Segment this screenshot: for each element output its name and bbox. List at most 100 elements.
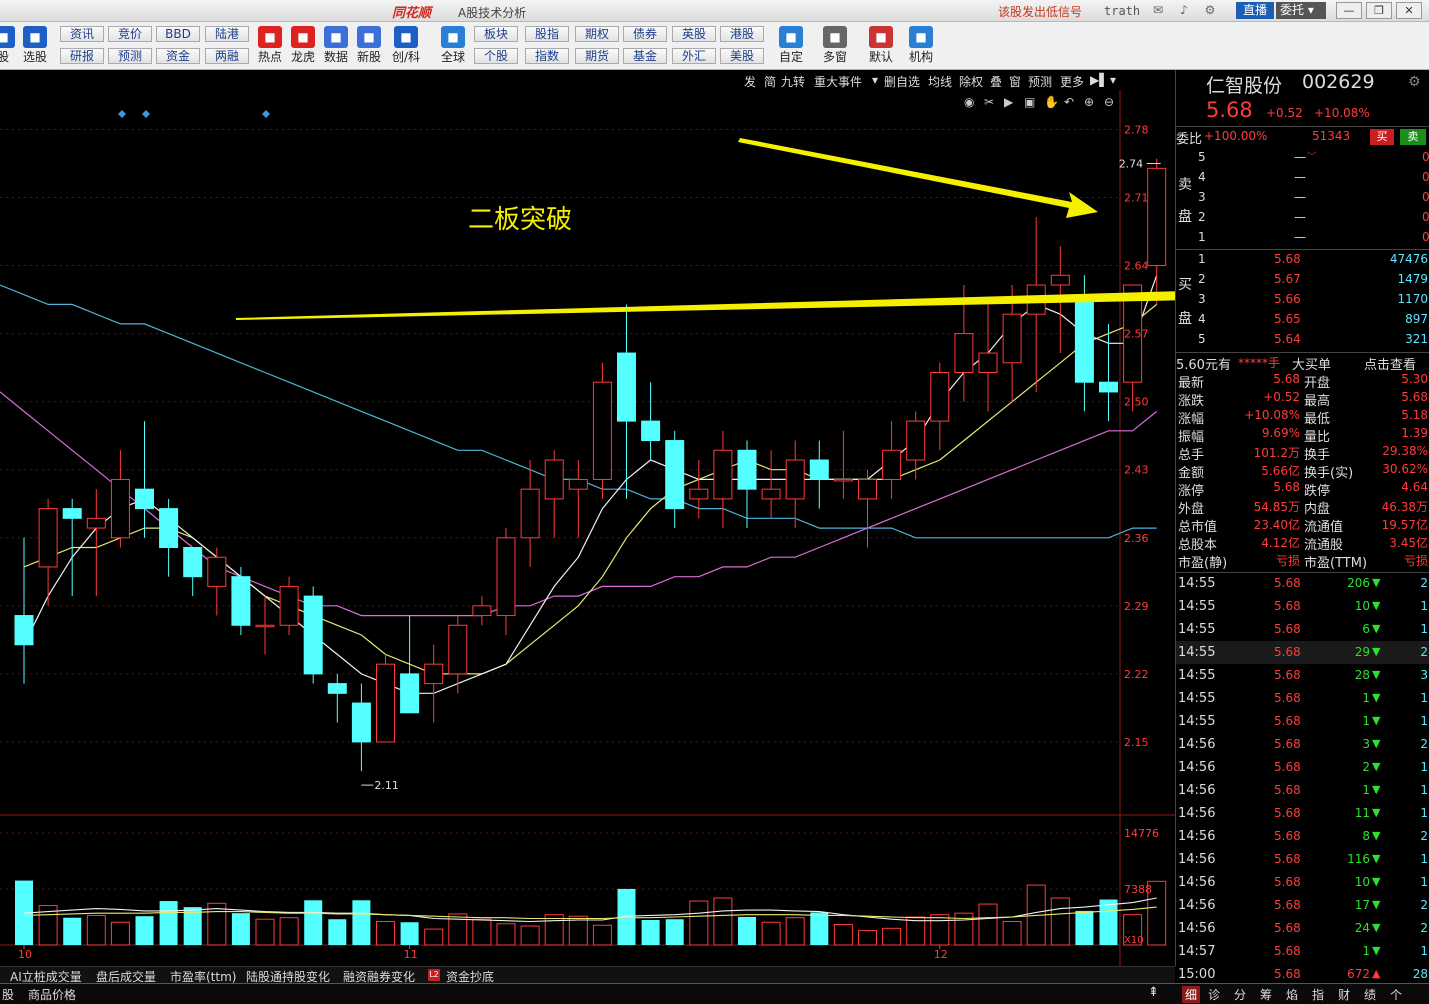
candle[interactable] <box>351 683 371 772</box>
mail-icon[interactable]: ✉ <box>1150 3 1166 19</box>
chart-tool-7[interactable]: 除权 <box>959 73 983 90</box>
candle[interactable] <box>858 469 877 548</box>
panel-tab-3[interactable]: 筹 <box>1260 986 1272 1003</box>
zoom-out-icon[interactable]: ⊖ <box>1104 95 1114 109</box>
trade-order-button[interactable]: 委托 ▾ <box>1276 2 1326 19</box>
chart-tool-10[interactable]: 预测 <box>1028 73 1052 90</box>
chart-area[interactable]: 2.78 2.71 2.64 2.57 2.50 2.43 2.36 2.29 2.22 2.15… <box>0 90 1175 966</box>
stock-button[interactable]: ■ 股 <box>0 24 20 68</box>
toolbar-button-top-1[interactable]: 竞价 <box>108 26 152 42</box>
candle[interactable] <box>376 654 395 743</box>
restore-button[interactable]: ❐ <box>1366 2 1392 19</box>
candle[interactable] <box>761 450 781 519</box>
username[interactable]: trath <box>1104 4 1140 18</box>
toolbar-button-bottom-4[interactable]: 个股 <box>474 48 518 64</box>
chart-tool-0[interactable]: 发 <box>744 73 756 90</box>
candle[interactable] <box>689 460 709 519</box>
candle[interactable] <box>231 566 251 635</box>
settings-gear-icon[interactable]: ⚙ <box>1408 74 1421 90</box>
panel-tab-4[interactable]: 焰 <box>1286 986 1298 1003</box>
home-button[interactable]: ■ 默认 <box>864 24 898 68</box>
candle[interactable] <box>665 430 685 529</box>
candle[interactable] <box>279 576 299 635</box>
zoom-in-icon[interactable]: ⊕ <box>1084 95 1094 109</box>
kline-chart[interactable]: 2.78 2.71 2.64 2.57 2.50 2.43 2.36 2.29 2.22 2.15… <box>0 90 1175 966</box>
scissors-icon[interactable]: ✂ <box>984 95 994 109</box>
toolbar-button-top-9[interactable]: 港股 <box>720 26 764 42</box>
data-button[interactable]: ■ 数据 <box>319 24 353 68</box>
candle[interactable] <box>617 304 636 499</box>
lock-icon[interactable]: ▣ <box>1024 95 1035 109</box>
candle[interactable] <box>303 586 323 684</box>
globe-button[interactable]: ■ 全球 <box>436 24 470 68</box>
panel-tab-5[interactable]: 指 <box>1312 986 1324 1003</box>
toolbar-button-bottom-1[interactable]: 预测 <box>108 48 152 64</box>
chart-tool-13[interactable]: ▾ <box>1110 73 1116 87</box>
candle[interactable] <box>400 615 420 714</box>
hot-button[interactable]: ■ 热点 <box>253 24 287 68</box>
multi-window-button[interactable]: ■ 多窗 <box>818 24 852 68</box>
panel-tab-1[interactable]: 诊 <box>1208 986 1220 1003</box>
toolbar-button-bottom-5[interactable]: 指数 <box>525 48 569 64</box>
candle[interactable] <box>906 411 926 480</box>
toolbar-button-bottom-0[interactable]: 研报 <box>60 48 104 64</box>
candle[interactable] <box>568 460 588 538</box>
candle[interactable] <box>424 644 444 723</box>
candle[interactable] <box>1099 323 1118 422</box>
candle[interactable] <box>713 430 733 529</box>
hand-icon[interactable]: ✋ <box>1044 95 1059 109</box>
status-item-1[interactable]: 商品价格 <box>28 986 76 1003</box>
view-big-order-link[interactable]: 点击查看 <box>1364 354 1416 373</box>
chart-tool-8[interactable]: 叠 <box>990 73 1002 90</box>
candle[interactable] <box>135 421 154 538</box>
candle[interactable] <box>544 450 564 538</box>
candle[interactable] <box>472 596 492 626</box>
toolbar-button-bottom-9[interactable]: 美股 <box>720 48 764 64</box>
candle[interactable] <box>737 440 757 529</box>
sell-button[interactable]: 卖 <box>1400 129 1426 145</box>
candle[interactable] <box>255 596 275 655</box>
candle[interactable] <box>14 537 34 684</box>
toolbar-button-top-4[interactable]: 板块 <box>474 26 518 42</box>
live-button[interactable]: 直播 <box>1236 2 1274 19</box>
chart-tool-1[interactable]: 简 <box>764 73 776 90</box>
candle[interactable] <box>159 498 179 577</box>
undo-icon[interactable]: ↶ <box>1064 95 1074 109</box>
candle[interactable] <box>520 460 540 567</box>
signal-alert[interactable]: 该股发出低信号 <box>998 3 1082 20</box>
toolbar-button-top-6[interactable]: 期权 <box>575 26 619 42</box>
panel-tab-0[interactable]: 细 <box>1182 986 1201 1003</box>
candle[interactable] <box>38 498 58 606</box>
candle[interactable] <box>930 362 950 451</box>
panel-tab-7[interactable]: 绩 <box>1364 986 1376 1003</box>
toolbar-button-bottom-8[interactable]: 外汇 <box>672 48 716 64</box>
status-item-0[interactable]: 股 <box>2 986 14 1003</box>
toolbar-button-bottom-6[interactable]: 期货 <box>575 48 619 64</box>
buy-button[interactable]: 买 <box>1370 129 1394 145</box>
candle[interactable] <box>833 430 853 499</box>
candle[interactable] <box>86 489 106 597</box>
bell-icon[interactable]: ♪ <box>1176 3 1192 19</box>
toolbar-button-bottom-7[interactable]: 基金 <box>623 48 667 64</box>
chart-tool-6[interactable]: 均线 <box>928 73 952 90</box>
toolbar-button-top-7[interactable]: 债券 <box>623 26 667 42</box>
candle[interactable] <box>641 382 661 460</box>
candle[interactable] <box>1123 284 1143 412</box>
candle[interactable] <box>592 362 612 499</box>
chart-tool-9[interactable]: 窗 <box>1009 73 1021 90</box>
panel-tab-6[interactable]: 财 <box>1338 986 1350 1003</box>
chart-tool-3[interactable]: 重大事件 <box>814 73 862 90</box>
chart-tool-12[interactable]: ▶▌ <box>1090 73 1108 87</box>
chart-tool-11[interactable]: 更多 <box>1060 73 1084 90</box>
chart-tool-5[interactable]: 删自选 <box>884 73 920 90</box>
candle[interactable] <box>496 528 516 635</box>
minimize-button[interactable]: — <box>1336 2 1362 19</box>
candle[interactable] <box>183 547 203 597</box>
toolbar-button-top-0[interactable]: 资讯 <box>60 26 104 42</box>
innovation-button[interactable]: ■ 创/科 <box>389 24 423 68</box>
play-icon[interactable]: ▶ <box>1004 95 1014 109</box>
panel-tab-2[interactable]: 分 <box>1234 986 1246 1003</box>
candle[interactable] <box>882 421 902 499</box>
custom-button[interactable]: ■ 自定 <box>774 24 808 68</box>
toolbar-button-top-3[interactable]: 陆港 <box>205 26 249 42</box>
